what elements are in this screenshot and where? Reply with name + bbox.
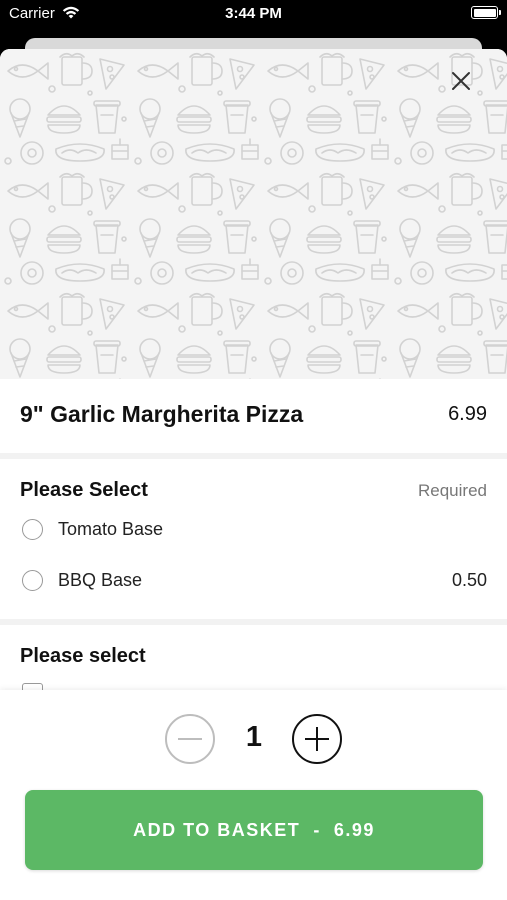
battery-icon xyxy=(471,6,501,19)
option-extra-price: 0.50 xyxy=(451,570,487,590)
add-to-basket-separator xyxy=(300,820,313,841)
option-group-base: Please Select Required Tomato Base BBQ B… xyxy=(0,459,507,619)
option-label: BBQ Base xyxy=(58,570,143,590)
clock: 3:44 PM xyxy=(225,5,282,22)
increase-quantity-button[interactable] xyxy=(292,714,342,764)
bottom-action-bar: 1 ADD TO BASKET - 6.99 xyxy=(0,690,507,900)
item-modal-sheet: 9" Garlic Margherita Pizza 6.99 Please S… xyxy=(0,49,507,900)
option-tomato-base[interactable]: Tomato Base xyxy=(0,510,507,550)
add-to-basket-price: 6.99 xyxy=(333,819,375,840)
add-to-basket-separator-text: - xyxy=(313,819,321,840)
radio-button[interactable] xyxy=(22,570,43,591)
status-bar: Carrier 3:44 PM xyxy=(0,0,507,30)
option-group-title: Please Select xyxy=(20,479,148,501)
close-button[interactable] xyxy=(449,69,473,93)
required-label: Required xyxy=(418,481,487,500)
item-name: 9" Garlic Margherita Pizza xyxy=(20,401,304,427)
item-image-pattern xyxy=(0,49,507,379)
option-group-title: Please select xyxy=(20,645,146,667)
add-to-basket-button[interactable]: ADD TO BASKET - 6.99 xyxy=(25,790,483,870)
add-to-basket-gap xyxy=(321,820,334,841)
item-price: 6.99 xyxy=(448,403,487,425)
item-header: 9" Garlic Margherita Pizza 6.99 xyxy=(0,379,507,453)
close-icon xyxy=(452,72,470,90)
quantity-value: 1 xyxy=(245,721,263,753)
quantity-stepper: 1 xyxy=(0,690,507,790)
option-label: Tomato Base xyxy=(58,519,164,539)
add-to-basket-label: ADD TO BASKET xyxy=(133,819,301,840)
minus-icon xyxy=(178,738,202,740)
radio-button[interactable] xyxy=(22,519,43,540)
option-bbq-base[interactable]: BBQ Base 0.50 xyxy=(0,561,507,601)
decrease-quantity-button[interactable] xyxy=(165,714,215,764)
